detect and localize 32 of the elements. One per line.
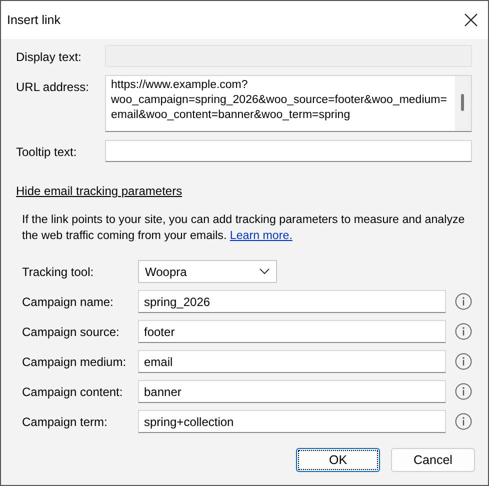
field-label: Campaign name: — [22, 294, 114, 310]
field-label: Tooltip text: — [16, 144, 78, 161]
field-label: Campaign term: — [22, 414, 108, 430]
info-icon[interactable] — [455, 293, 472, 310]
url-text: https://www.example.com?woo_campaign=spring_2026&woo_source=footer&woo_medium=email&woo_content=banner&woo_term=spring — [110, 78, 448, 123]
description-text: If the link points to your site, you can add tracking parameters to measure and analyze the web traffic coming from your emails. Learn more. — [21, 212, 466, 244]
info-icon[interactable] — [455, 413, 472, 430]
field-label: URL address: — [16, 79, 90, 96]
tracking-tool-dropdown[interactable]: Woopra — [138, 260, 277, 283]
toggle-link[interactable]: Hide email tracking parameters — [16, 182, 182, 200]
info-icon[interactable] — [455, 383, 472, 400]
cancel-button[interactable]: Cancel — [391, 448, 475, 472]
scrollbar[interactable] — [455, 76, 471, 131]
field-label: Campaign content: — [22, 384, 124, 400]
close-button[interactable] — [462, 11, 480, 29]
info-icon[interactable] — [455, 353, 472, 370]
input-field[interactable] — [105, 140, 472, 162]
field-label: Display text: — [16, 49, 82, 66]
input-field[interactable]: footer — [138, 320, 446, 343]
ok-button[interactable]: OK — [296, 448, 380, 472]
url-field[interactable]: https://www.example.com?woo_campaign=spring_2026&woo_source=footer&woo_medium=email&woo_content=banner&woo_term=spring — [105, 75, 472, 132]
input-field[interactable]: spring_2026 — [138, 290, 446, 313]
field-label: Campaign medium: — [22, 354, 128, 370]
input-field[interactable]: email — [138, 350, 446, 373]
info-icon[interactable] — [455, 323, 472, 340]
input-field[interactable]: banner — [138, 380, 446, 403]
field-label: Campaign source: — [22, 324, 120, 340]
window-title: Insert link — [7, 12, 60, 29]
caret-icon — [259, 268, 270, 275]
learn-more-link[interactable]: Learn more. — [230, 229, 292, 242]
input-field[interactable]: spring+collection — [138, 410, 446, 433]
field-label: Tracking tool: — [22, 264, 95, 280]
